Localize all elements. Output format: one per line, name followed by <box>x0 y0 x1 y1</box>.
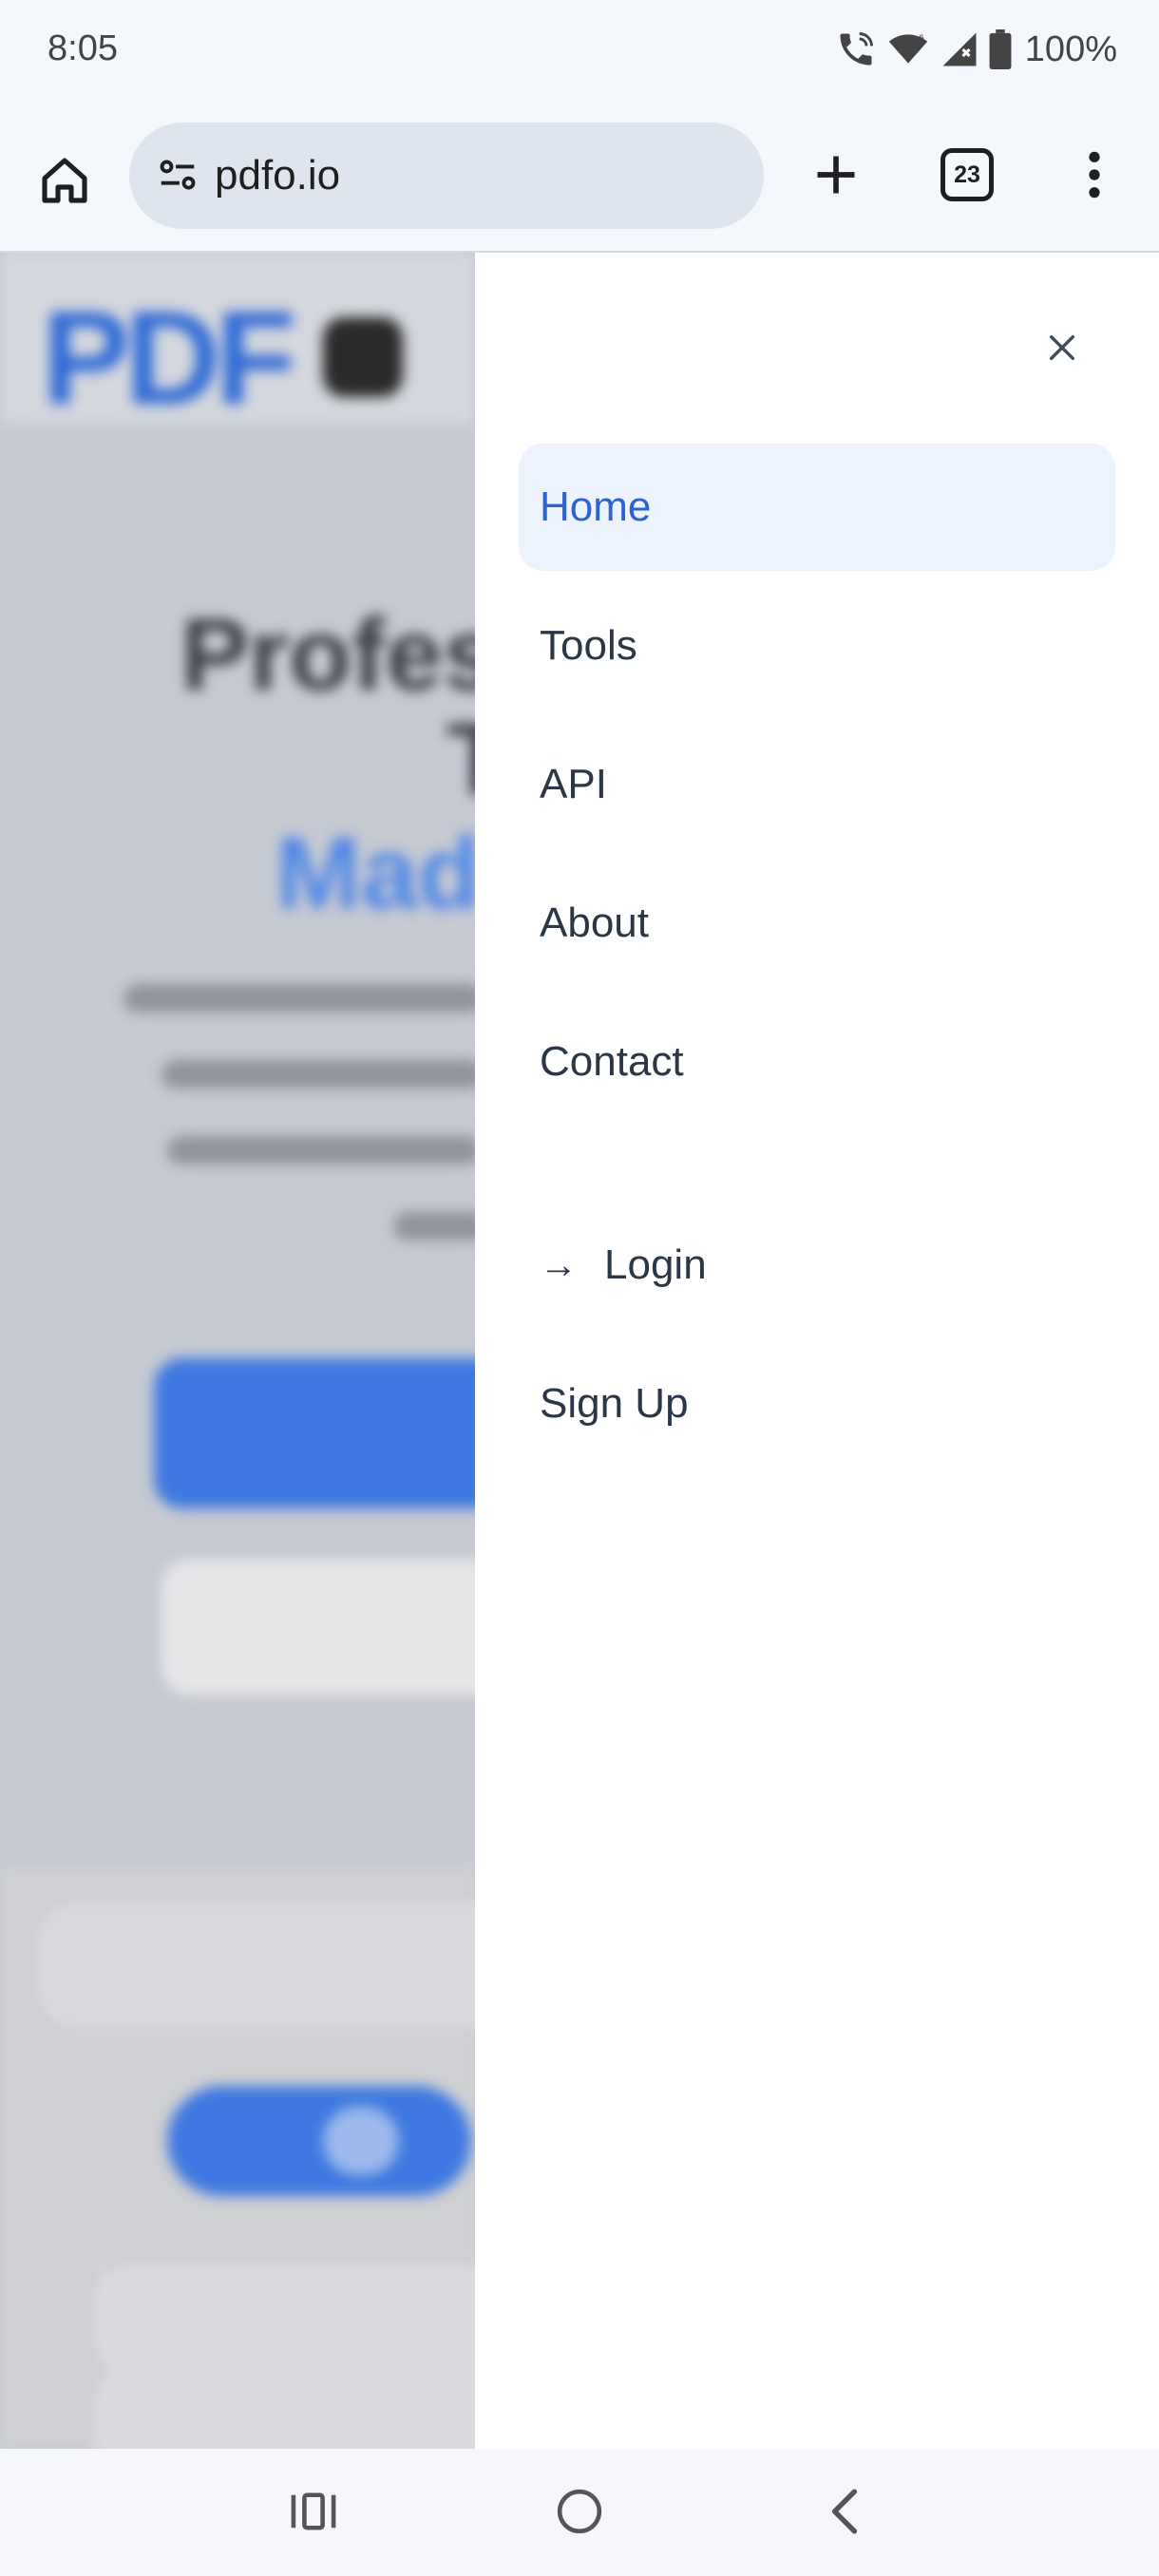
wifi-icon: 6 <box>886 28 930 70</box>
cell-signal-icon <box>940 29 979 69</box>
blurred-secondary-button <box>162 1560 475 1695</box>
nav-item-contact[interactable]: Contact <box>519 998 1115 1126</box>
recents-icon <box>291 2492 336 2530</box>
nav-item-label: Tools <box>540 622 637 669</box>
screen: 8:05 6 100% pdfo.io 23 PDF Profes Mad Ho… <box>0 0 1159 2576</box>
status-bar: 8:05 6 100% <box>0 0 1159 103</box>
close-icon <box>1049 334 1075 361</box>
nav-drawer: Home Tools API About Contact → Login Sig… <box>475 253 1159 2449</box>
browser-toolbar: pdfo.io 23 <box>0 103 1159 253</box>
nav-item-label: About <box>540 900 649 946</box>
home-icon <box>42 158 87 203</box>
system-nav-bar <box>0 2449 1159 2576</box>
blurred-text-line <box>124 984 475 1013</box>
more-menu-icon <box>1089 151 1100 199</box>
battery-icon <box>989 29 1012 69</box>
blurred-logo-badge <box>323 317 403 397</box>
blurred-page-content: PDF Profes T Mad <box>0 253 475 2449</box>
blurred-text-line <box>167 1136 475 1165</box>
blurred-primary-button <box>154 1358 475 1508</box>
status-time: 8:05 <box>48 28 118 68</box>
svg-text:6: 6 <box>919 33 924 44</box>
url-text: pdfo.io <box>215 152 341 199</box>
status-icons: 6 100% <box>835 27 1117 72</box>
close-button[interactable] <box>1024 310 1100 386</box>
blurred-headline: Profes <box>180 597 475 711</box>
blurred-headline-line2: T <box>446 699 475 818</box>
nav-item-about[interactable]: About <box>519 860 1115 987</box>
home-nav-button[interactable] <box>537 2473 622 2549</box>
tab-switcher-button[interactable]: 23 <box>929 137 1005 213</box>
new-tab-icon <box>817 156 855 194</box>
new-tab-button[interactable] <box>798 137 874 213</box>
address-bar[interactable]: pdfo.io <box>129 123 764 229</box>
arrow-right-icon: → <box>540 1243 578 1286</box>
nav-item-tools[interactable]: Tools <box>519 582 1115 710</box>
signup-label: Sign Up <box>540 1380 689 1427</box>
site-settings-icon[interactable] <box>150 148 205 203</box>
home-button[interactable] <box>27 142 103 218</box>
nav-item-home[interactable]: Home <box>519 444 1115 571</box>
recents-button[interactable] <box>271 2473 356 2549</box>
nav-item-api[interactable]: API <box>519 721 1115 848</box>
wifi-calling-icon <box>835 28 877 70</box>
more-menu-button[interactable] <box>1056 137 1132 213</box>
blurred-headline-accent: Mad <box>276 815 475 930</box>
blurred-toggle <box>167 2086 471 2196</box>
login-link[interactable]: → Login <box>519 1202 1115 1329</box>
blurred-logo: PDF <box>42 283 296 432</box>
blurred-search <box>38 1904 475 2027</box>
login-label: Login <box>604 1241 707 1288</box>
home-circle-icon <box>557 2489 602 2534</box>
signup-link[interactable]: Sign Up <box>519 1340 1115 1468</box>
blurred-text-line <box>393 1212 475 1241</box>
nav-item-label: Contact <box>540 1038 684 1085</box>
back-button[interactable] <box>802 2473 887 2549</box>
nav-item-label: Home <box>540 483 652 530</box>
blurred-card <box>95 2266 475 2371</box>
back-icon <box>831 2489 858 2534</box>
battery-percent: 100% <box>1024 28 1117 69</box>
tab-switcher-icon: 23 <box>940 148 994 201</box>
blurred-card <box>95 2371 475 2449</box>
page-backdrop[interactable]: PDF Profes T Mad <box>0 253 475 2449</box>
nav-item-label: API <box>540 761 607 807</box>
blurred-text-line <box>162 1060 475 1089</box>
blurred-toggle-knob <box>323 2107 399 2175</box>
